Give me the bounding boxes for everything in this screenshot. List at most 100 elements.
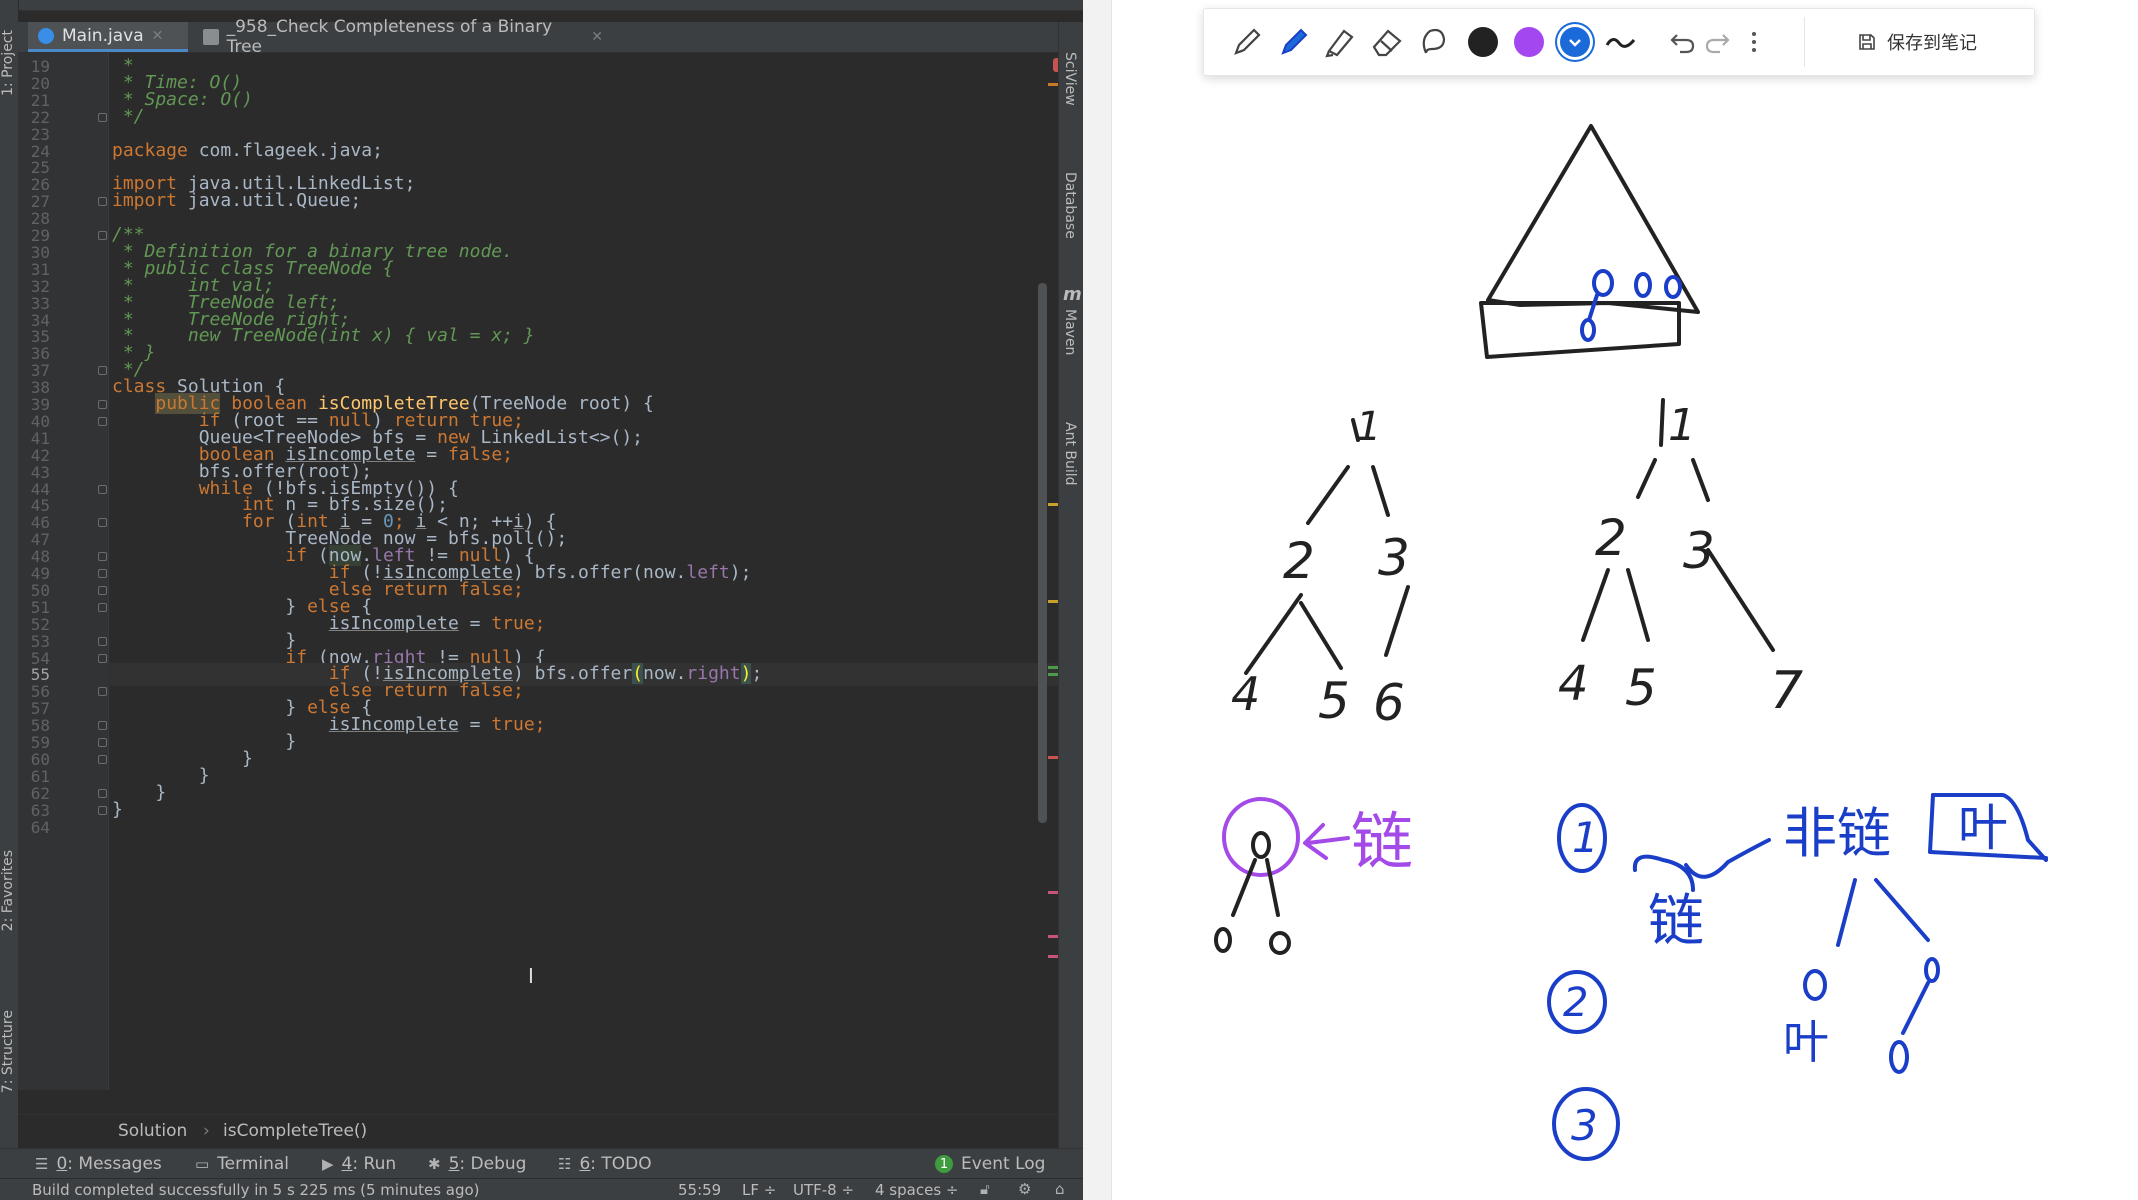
file-encoding[interactable]: UTF-8 ÷ [793, 1181, 854, 1199]
favorites-panel-button[interactable]: 2: Favorites [0, 850, 16, 931]
chain-node-highlight [1222, 797, 1300, 877]
run-tool-button[interactable]: ▶ 4: Run [322, 1149, 396, 1179]
code-line[interactable]: import java.util.Queue; [112, 190, 361, 211]
tab-check-completeness[interactable]: _958_Check Completeness of a Binary Tree… [193, 17, 613, 57]
undo-icon[interactable] [1666, 25, 1700, 59]
fold-marker-icon[interactable] [98, 231, 107, 240]
case-number: 2 [1563, 980, 1588, 1026]
notes-app: 1 2 3 4 5 6 1 2 3 4 5 7 链 1 2 3 链 非链 叶 叶 [1083, 0, 2138, 1200]
breadcrumb-class[interactable]: Solution [118, 1121, 187, 1141]
fold-marker-icon[interactable] [98, 366, 107, 376]
fold-marker-icon[interactable] [98, 687, 107, 697]
fold-marker-icon[interactable] [98, 805, 107, 815]
fold-marker-icon[interactable] [98, 197, 107, 207]
redo-icon[interactable] [1700, 25, 1734, 59]
more-options-icon[interactable] [1737, 25, 1771, 59]
tool-window-bar: ☰ 0: Messages ▭ Terminal ▶ 4: Run ✱ 5: D… [0, 1148, 1083, 1179]
fold-marker-icon[interactable] [98, 400, 107, 409]
scroll-mark [1048, 503, 1058, 506]
breadcrumb-separator: › [203, 1121, 210, 1141]
scroll-mark [1048, 891, 1058, 894]
line-number: 64 [30, 817, 50, 837]
code-line[interactable]: * new TreeNode(int x) { val = x; } [112, 325, 535, 346]
case-number: 1 [1572, 813, 1599, 862]
tab-label: _958_Check Completeness of a Binary Tree [226, 17, 553, 57]
tab-main-java[interactable]: Main.java ✕ [28, 22, 188, 52]
ide-window: 1: Project 2: Favorites 7: Structure Mai… [0, 0, 1083, 1200]
fold-marker-icon[interactable] [98, 788, 107, 798]
messages-tool-button[interactable]: ☰ 0: Messages [35, 1149, 162, 1179]
fold-marker-icon[interactable] [98, 585, 107, 595]
terminal-tool-button[interactable]: ▭ Terminal [195, 1149, 289, 1179]
line-separator[interactable]: LF ÷ [742, 1181, 776, 1199]
fold-marker-icon[interactable] [98, 721, 107, 731]
right-tool-strip: SciView Database m Maven Ant Build [1058, 22, 1083, 1200]
todo-tool-button[interactable]: ☷ 6: TODO [558, 1149, 652, 1179]
code-line[interactable]: */ [112, 106, 145, 127]
fold-marker-icon[interactable] [98, 653, 107, 663]
code-line[interactable]: package com.flageek.java; [112, 140, 383, 161]
node-circle [1580, 318, 1596, 342]
save-icon [1859, 34, 1875, 50]
fold-marker-icon[interactable] [98, 754, 107, 764]
list-icon: ☷ [558, 1155, 572, 1173]
color-purple-button[interactable] [1512, 25, 1546, 59]
code-line[interactable]: } [112, 799, 123, 820]
left-tool-strip: 1: Project 2: Favorites 7: Structure [0, 0, 19, 1200]
fold-marker-icon[interactable] [98, 636, 107, 646]
color-black-button[interactable] [1466, 25, 1500, 59]
fold-marker-icon[interactable] [98, 738, 107, 747]
code-editor[interactable]: 19 20 21 22 23 24 25 26 27 28 29 30 31 32 33 34 35 36 37 38… [18, 53, 1058, 1090]
event-log-button[interactable]: 1 Event Log [935, 1149, 1045, 1179]
pen-toolbar: 保存到笔记 [1203, 8, 2035, 76]
fold-marker-icon[interactable] [98, 552, 107, 562]
pencil-tool-icon[interactable] [1230, 25, 1264, 59]
database-panel-button[interactable]: Database [1062, 172, 1078, 239]
bug-icon: ✱ [428, 1155, 441, 1173]
tab-label: Main.java [62, 25, 144, 46]
project-panel-button[interactable]: 1: Project [0, 30, 16, 96]
lock-icon[interactable]: 🔓︎ [980, 1180, 990, 1198]
color-blue-button[interactable] [1558, 25, 1592, 59]
ide-toolbar [0, 0, 1083, 11]
fold-marker-icon[interactable] [98, 112, 107, 122]
maven-panel-button[interactable]: Maven [1062, 309, 1078, 355]
tree-node-label: 2 [1283, 532, 1315, 590]
chevron-down-icon [1569, 39, 1581, 47]
drawing-canvas[interactable]: 1 2 3 4 5 6 1 2 3 4 5 7 链 1 2 3 链 非链 叶 叶 [1083, 0, 2138, 1200]
save-label: 保存到笔记 [1887, 33, 1977, 54]
messages-icon: ☰ [35, 1155, 49, 1173]
fold-marker-icon[interactable] [98, 518, 107, 528]
tree-node-label: 2 [1595, 509, 1627, 567]
debug-tool-button[interactable]: ✱ 5: Debug [428, 1149, 526, 1179]
memory-icon[interactable]: ⌂ [1055, 1180, 1065, 1198]
arrow-icon [1303, 823, 1350, 860]
sciview-panel-button[interactable]: SciView [1062, 52, 1078, 106]
ant-build-panel-button[interactable]: Ant Build [1062, 422, 1078, 486]
indent-setting[interactable]: 4 spaces ÷ [875, 1181, 958, 1199]
pen-tool-icon[interactable] [1277, 25, 1311, 59]
non-chain-word: 非链 [1783, 802, 1891, 865]
structure-panel-button[interactable]: 7: Structure [0, 1010, 16, 1093]
tree-node-label: 7 [1770, 661, 1803, 721]
tree-node-label: 5 [1625, 659, 1657, 717]
stroke-style-icon[interactable] [1604, 25, 1638, 59]
inspector-icon[interactable]: ⚙ [1018, 1180, 1031, 1198]
node-circle [1634, 272, 1652, 298]
highlighter-tool-icon[interactable] [1324, 25, 1358, 59]
status-message[interactable]: Build completed successfully in 5 s 225 … [32, 1181, 480, 1199]
fold-marker-icon[interactable] [98, 569, 107, 578]
scroll-mark [1048, 83, 1058, 86]
fold-marker-icon[interactable] [98, 484, 107, 494]
fold-marker-icon[interactable] [98, 416, 107, 426]
close-icon[interactable]: ✕ [152, 28, 164, 44]
fold-marker-icon[interactable] [98, 602, 107, 612]
lasso-tool-icon[interactable] [1416, 25, 1450, 59]
save-to-notes-button[interactable]: 保存到笔记 [1857, 25, 1977, 59]
close-icon[interactable]: ✕ [591, 29, 603, 45]
breadcrumb-method[interactable]: isCompleteTree() [223, 1121, 367, 1141]
vertical-scrollbar[interactable] [1038, 283, 1047, 823]
caret-position[interactable]: 55:59 [678, 1181, 721, 1199]
tree-node-label: 3 [1683, 522, 1715, 580]
eraser-tool-icon[interactable] [1370, 25, 1404, 59]
